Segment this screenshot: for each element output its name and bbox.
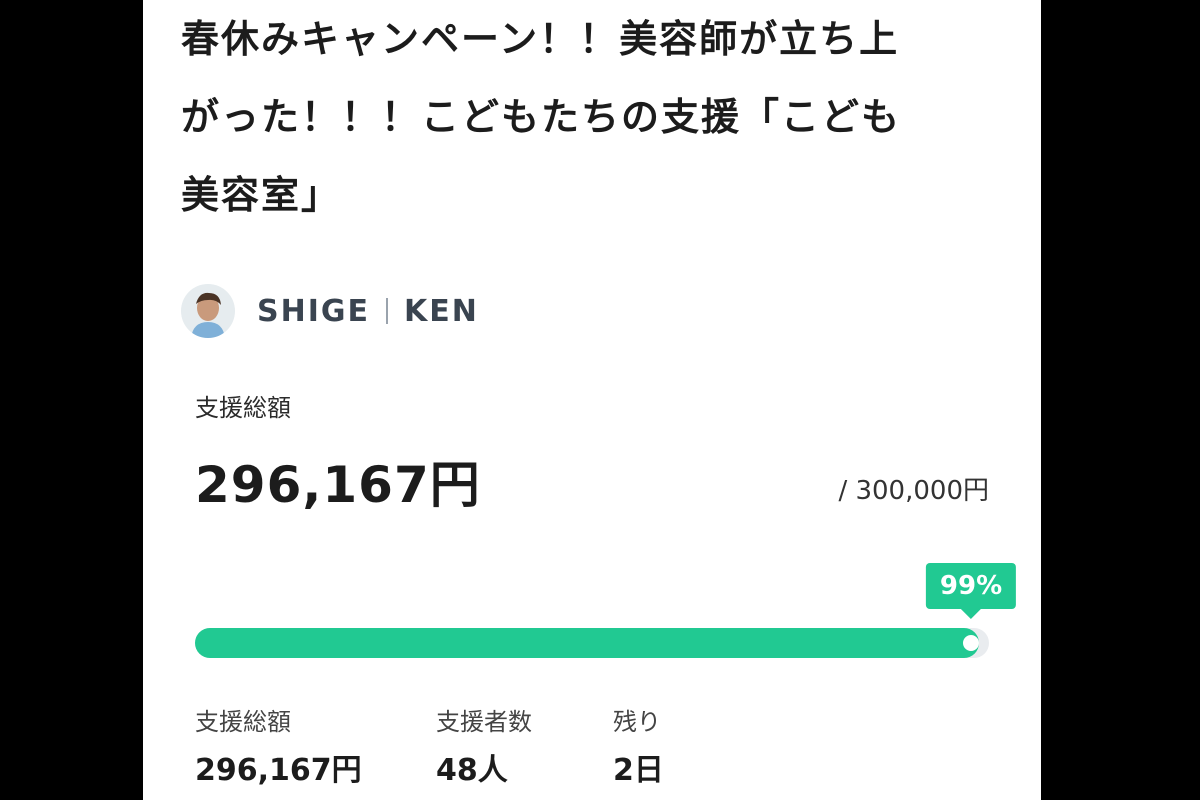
- stat-remaining: 残り 2日: [613, 705, 664, 791]
- stat-remaining-label: 残り: [613, 708, 661, 736]
- stat-supporters: 支援者数 48人: [436, 705, 532, 791]
- avatar[interactable]: [181, 284, 235, 338]
- project-title-line-3: 美容室」: [181, 173, 342, 217]
- total-amount-label: 支援総額: [195, 394, 291, 422]
- stat-total-value: 296,167円: [195, 753, 362, 788]
- stat-supporters-value: 48人: [436, 753, 508, 788]
- stat-remaining-value: 2日: [613, 753, 664, 788]
- project-title[interactable]: 春休みキャンペーン！！美容師が立ち上 がった！！！こどもたちの支援「こども 美容…: [181, 0, 1011, 234]
- progress-fill: [195, 628, 979, 658]
- owner-name-left: SHIGE: [257, 293, 370, 329]
- stat-total: 支援総額 296,167円: [195, 705, 362, 791]
- percent-badge: 99%: [925, 563, 1017, 619]
- progress-knob: [963, 635, 979, 651]
- avatar-photo-icon: [181, 284, 235, 338]
- stat-total-label: 支援総額: [195, 708, 291, 736]
- owner-name-divider: [386, 297, 388, 324]
- project-owner[interactable]: SHIGE KEN: [181, 283, 479, 339]
- owner-name-right: KEN: [404, 293, 479, 329]
- project-card: 春休みキャンペーン！！美容師が立ち上 がった！！！こどもたちの支援「こども 美容…: [143, 0, 1041, 800]
- total-amount: 296,167円: [195, 456, 481, 514]
- project-title-line-2: がった！！！こどもたちの支援「こども: [181, 95, 902, 139]
- stat-supporters-label: 支援者数: [436, 708, 532, 736]
- progress-bar: [195, 628, 989, 658]
- goal-amount: / 300,000円: [838, 476, 989, 506]
- project-title-line-1: 春休みキャンペーン！！美容師が立ち上: [181, 17, 900, 61]
- owner-name[interactable]: SHIGE KEN: [257, 294, 479, 329]
